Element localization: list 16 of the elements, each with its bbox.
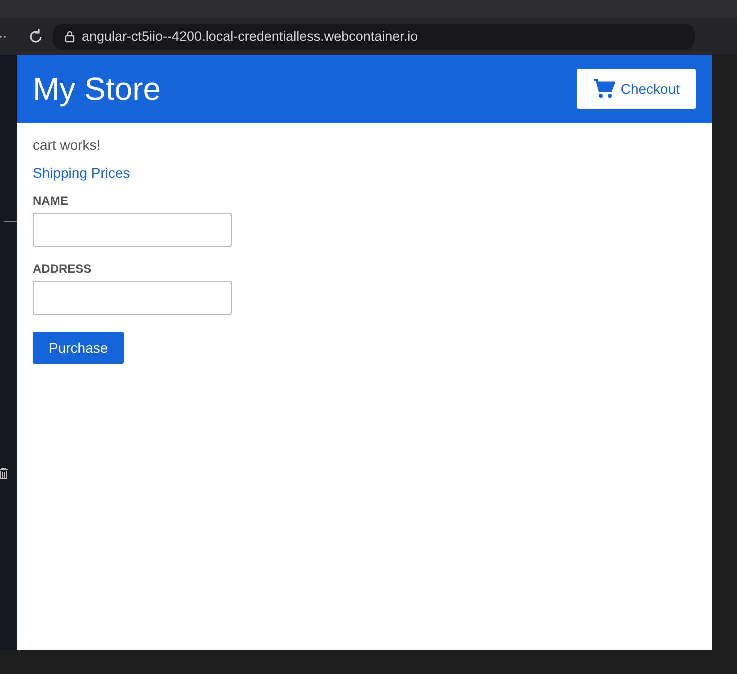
lock-icon bbox=[65, 30, 75, 42]
store-title[interactable]: My Store bbox=[33, 70, 162, 108]
purchase-button[interactable]: Purchase bbox=[33, 332, 124, 364]
status-message: cart works! bbox=[33, 137, 101, 153]
checkout-button[interactable]: Checkout bbox=[576, 69, 696, 109]
trash-icon[interactable] bbox=[0, 468, 8, 480]
shipping-link[interactable]: Shipping Prices bbox=[33, 165, 130, 181]
input-field[interactable] bbox=[33, 213, 232, 247]
url-text: angular-ct5iio--4200.local-credentialless.webcontainer.io bbox=[82, 29, 418, 44]
more-icon[interactable] bbox=[0, 34, 8, 38]
input-field[interactable] bbox=[33, 281, 232, 315]
cart-icon bbox=[592, 79, 615, 99]
address-bar[interactable]: angular-ct5iio--4200.local-credentialless.webcontainer.io bbox=[53, 24, 695, 50]
field-label: ADDRESS bbox=[33, 262, 92, 276]
field-label: NAME bbox=[33, 194, 68, 208]
reload-icon[interactable] bbox=[27, 28, 45, 46]
